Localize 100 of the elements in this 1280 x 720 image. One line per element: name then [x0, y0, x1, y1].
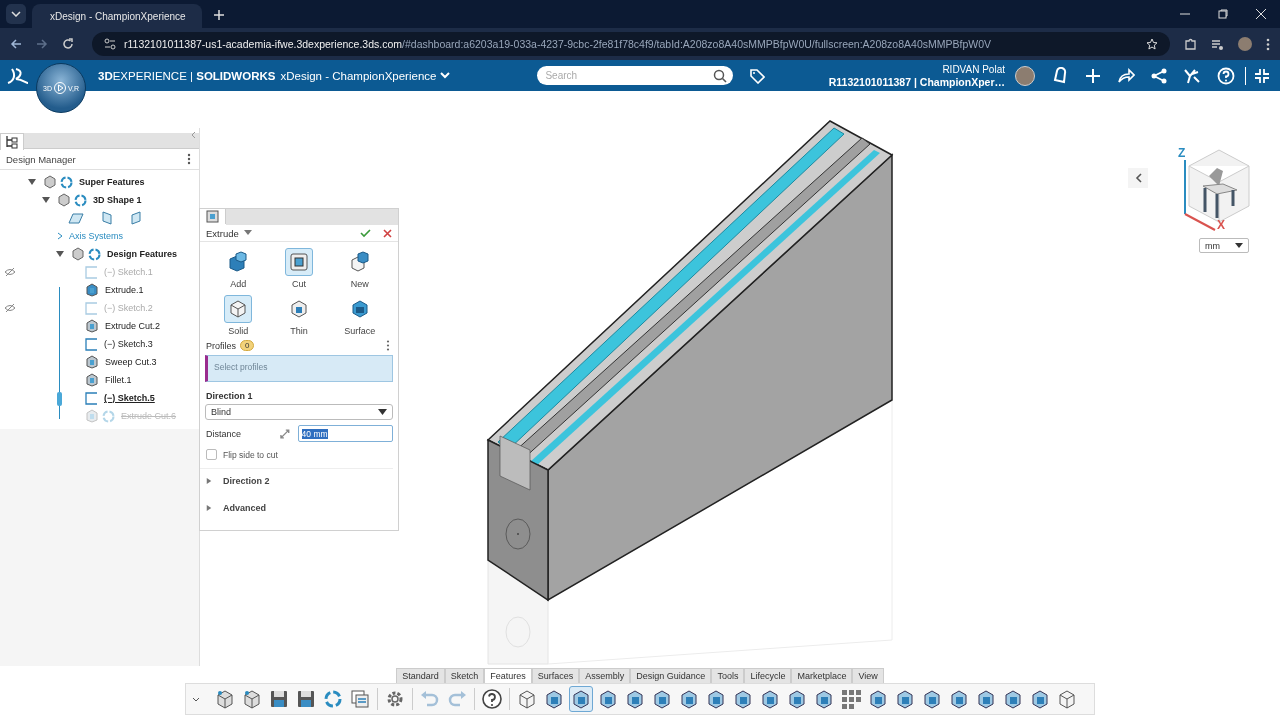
- tree-item-label[interactable]: (−) Sketch.5: [104, 393, 155, 403]
- more-menu-icon[interactable]: [1266, 37, 1270, 51]
- option-button[interactable]: Cut: [268, 248, 330, 289]
- ds-logo-icon[interactable]: [6, 66, 30, 85]
- extension-icon[interactable]: [1184, 37, 1197, 51]
- option-button[interactable]: New: [329, 248, 390, 289]
- share-icon[interactable]: [1151, 67, 1167, 84]
- plane-icon[interactable]: [130, 211, 142, 225]
- star-icon[interactable]: [1146, 38, 1158, 50]
- site-settings-icon[interactable]: [104, 38, 116, 50]
- tree-item-label[interactable]: (−) Sketch.3: [104, 339, 153, 349]
- feature-icon: [975, 688, 997, 710]
- tree-item-label[interactable]: Extrude.1: [105, 285, 144, 295]
- help-icon[interactable]: [1217, 66, 1235, 85]
- checkmark-icon[interactable]: [360, 228, 371, 238]
- option-button[interactable]: Thin: [268, 295, 330, 336]
- reverse-direction-icon[interactable]: [278, 427, 291, 440]
- profile-avatar[interactable]: [1238, 37, 1252, 51]
- expand-triangle-icon[interactable]: [28, 178, 36, 186]
- address-bar[interactable]: r1132101011387-us1-academia-ifwe.3dexperience.3ds.com/#dashboard:a6203a19-033a-4237-9cbc-2fe81f78c4f9/tabId:A208zo8A40sMMPBfpW0U/fullscreen:A208zo8A40sMMPBfpW0V: [92, 32, 1170, 56]
- plus-icon[interactable]: [1085, 67, 1101, 84]
- feature-icon: [759, 688, 781, 710]
- help-button[interactable]: [480, 686, 504, 712]
- toolbar-tab[interactable]: Design Guidance: [630, 668, 712, 683]
- plane-icon[interactable]: [68, 211, 84, 225]
- feature-type-dropdown[interactable]: Extrude: [206, 227, 252, 239]
- user-avatar[interactable]: [1015, 65, 1035, 86]
- bell-icon[interactable]: [1051, 66, 1069, 85]
- expand-panel-button[interactable]: [1128, 168, 1148, 188]
- end-condition-dropdown[interactable]: Blind: [205, 404, 393, 420]
- app-title-menu[interactable]: xDesign - ChampionXperience: [280, 69, 451, 82]
- tree-item-label[interactable]: Sweep Cut.3: [105, 357, 157, 367]
- chevron-down-icon[interactable]: [192, 696, 200, 702]
- expand-triangle-icon[interactable]: [42, 196, 50, 204]
- more-options-icon[interactable]: [386, 340, 390, 351]
- part-icon: [214, 688, 236, 710]
- toolbar-tab[interactable]: View: [852, 668, 884, 683]
- apps-figure-icon[interactable]: [1183, 67, 1201, 84]
- feature-icon: [732, 688, 754, 710]
- tree-item-label[interactable]: Design Features: [107, 249, 178, 259]
- tree-item-label[interactable]: Fillet.1: [105, 375, 132, 385]
- plane-icon[interactable]: [101, 211, 113, 225]
- collapsible-section-header[interactable]: Direction 2: [200, 469, 398, 496]
- expand-triangle-icon[interactable]: [56, 250, 64, 258]
- new-tab-icon[interactable]: [214, 10, 224, 20]
- surface-box-icon: [349, 299, 370, 319]
- toolbar-tab[interactable]: Marketplace: [791, 668, 853, 683]
- platform-brand: 3DEXPERIENCE | SOLIDWORKS: [98, 69, 276, 82]
- reload-icon[interactable]: [62, 38, 74, 50]
- help-icon: [481, 688, 503, 710]
- toolbar-tab[interactable]: Features: [484, 668, 532, 683]
- rollback-bar-handle[interactable]: [57, 392, 62, 406]
- expand-chevron-icon[interactable]: [56, 232, 64, 240]
- back-arrow-icon[interactable]: [10, 38, 22, 50]
- collapsible-section-header[interactable]: Advanced: [200, 496, 398, 523]
- forward-arrow-icon[interactable]: [36, 38, 48, 50]
- sketch-icon: [85, 265, 98, 279]
- hidden-eye-icon[interactable]: [4, 267, 16, 277]
- more-options-icon[interactable]: [187, 153, 191, 165]
- collapse-chevron-icon[interactable]: [190, 131, 196, 139]
- tool-button[interactable]: [569, 686, 593, 712]
- toolbar-tab[interactable]: Standard: [396, 668, 445, 683]
- distance-input[interactable]: 40 mm: [297, 425, 393, 442]
- toolbar-tab[interactable]: Assembly: [579, 668, 631, 683]
- caret-down-icon: [378, 408, 387, 416]
- checkbox-label: Flip side to cut: [223, 449, 278, 460]
- feature-icon: [1002, 688, 1024, 710]
- tree-item-label[interactable]: Extrude Cut.2: [105, 321, 161, 331]
- feature-icon: [867, 688, 889, 710]
- media-list-icon[interactable]: [1211, 37, 1224, 51]
- feature-icon: [948, 688, 970, 710]
- toolbar-tab[interactable]: Lifecycle: [744, 668, 792, 683]
- tag-icon[interactable]: [749, 67, 766, 84]
- units-dropdown[interactable]: mm: [1199, 238, 1249, 253]
- search-icon[interactable]: [713, 68, 728, 83]
- toolbar-tab[interactable]: Sketch: [444, 668, 485, 683]
- caret-down-icon: [1235, 242, 1243, 249]
- tab-list-button[interactable]: [6, 4, 26, 24]
- share-arrow-icon[interactable]: [1117, 67, 1135, 84]
- toolbar-tab[interactable]: Surfaces: [531, 668, 580, 683]
- feature-icon: [597, 688, 619, 710]
- hidden-eye-icon[interactable]: [4, 303, 16, 313]
- collapse-fullscreen-icon[interactable]: [1254, 67, 1270, 84]
- profiles-input[interactable]: Select profiles: [208, 358, 392, 376]
- tree-item-label[interactable]: 3D Shape 1: [93, 195, 142, 205]
- search-field[interactable]: Search: [537, 66, 734, 85]
- feature-icon: [85, 373, 99, 387]
- axis-label: Z: [1178, 146, 1186, 160]
- tree-item-label[interactable]: Axis Systems: [69, 231, 123, 241]
- option-button[interactable]: Solid: [208, 295, 269, 336]
- tree-item-label[interactable]: Super Features: [79, 177, 145, 187]
- checkbox[interactable]: [206, 449, 217, 460]
- option-button[interactable]: Add: [208, 248, 269, 289]
- browser-tab[interactable]: xDesign - ChampionXperience: [32, 4, 202, 28]
- toolbar-tab[interactable]: Tools: [711, 668, 745, 683]
- profiles-selection-field[interactable]: Select profiles: [205, 355, 393, 382]
- restore-icon[interactable]: [1218, 9, 1228, 19]
- part-icon: [43, 175, 57, 189]
- tree-view-icon[interactable]: [0, 133, 24, 150]
- option-button[interactable]: Surface: [329, 295, 390, 336]
